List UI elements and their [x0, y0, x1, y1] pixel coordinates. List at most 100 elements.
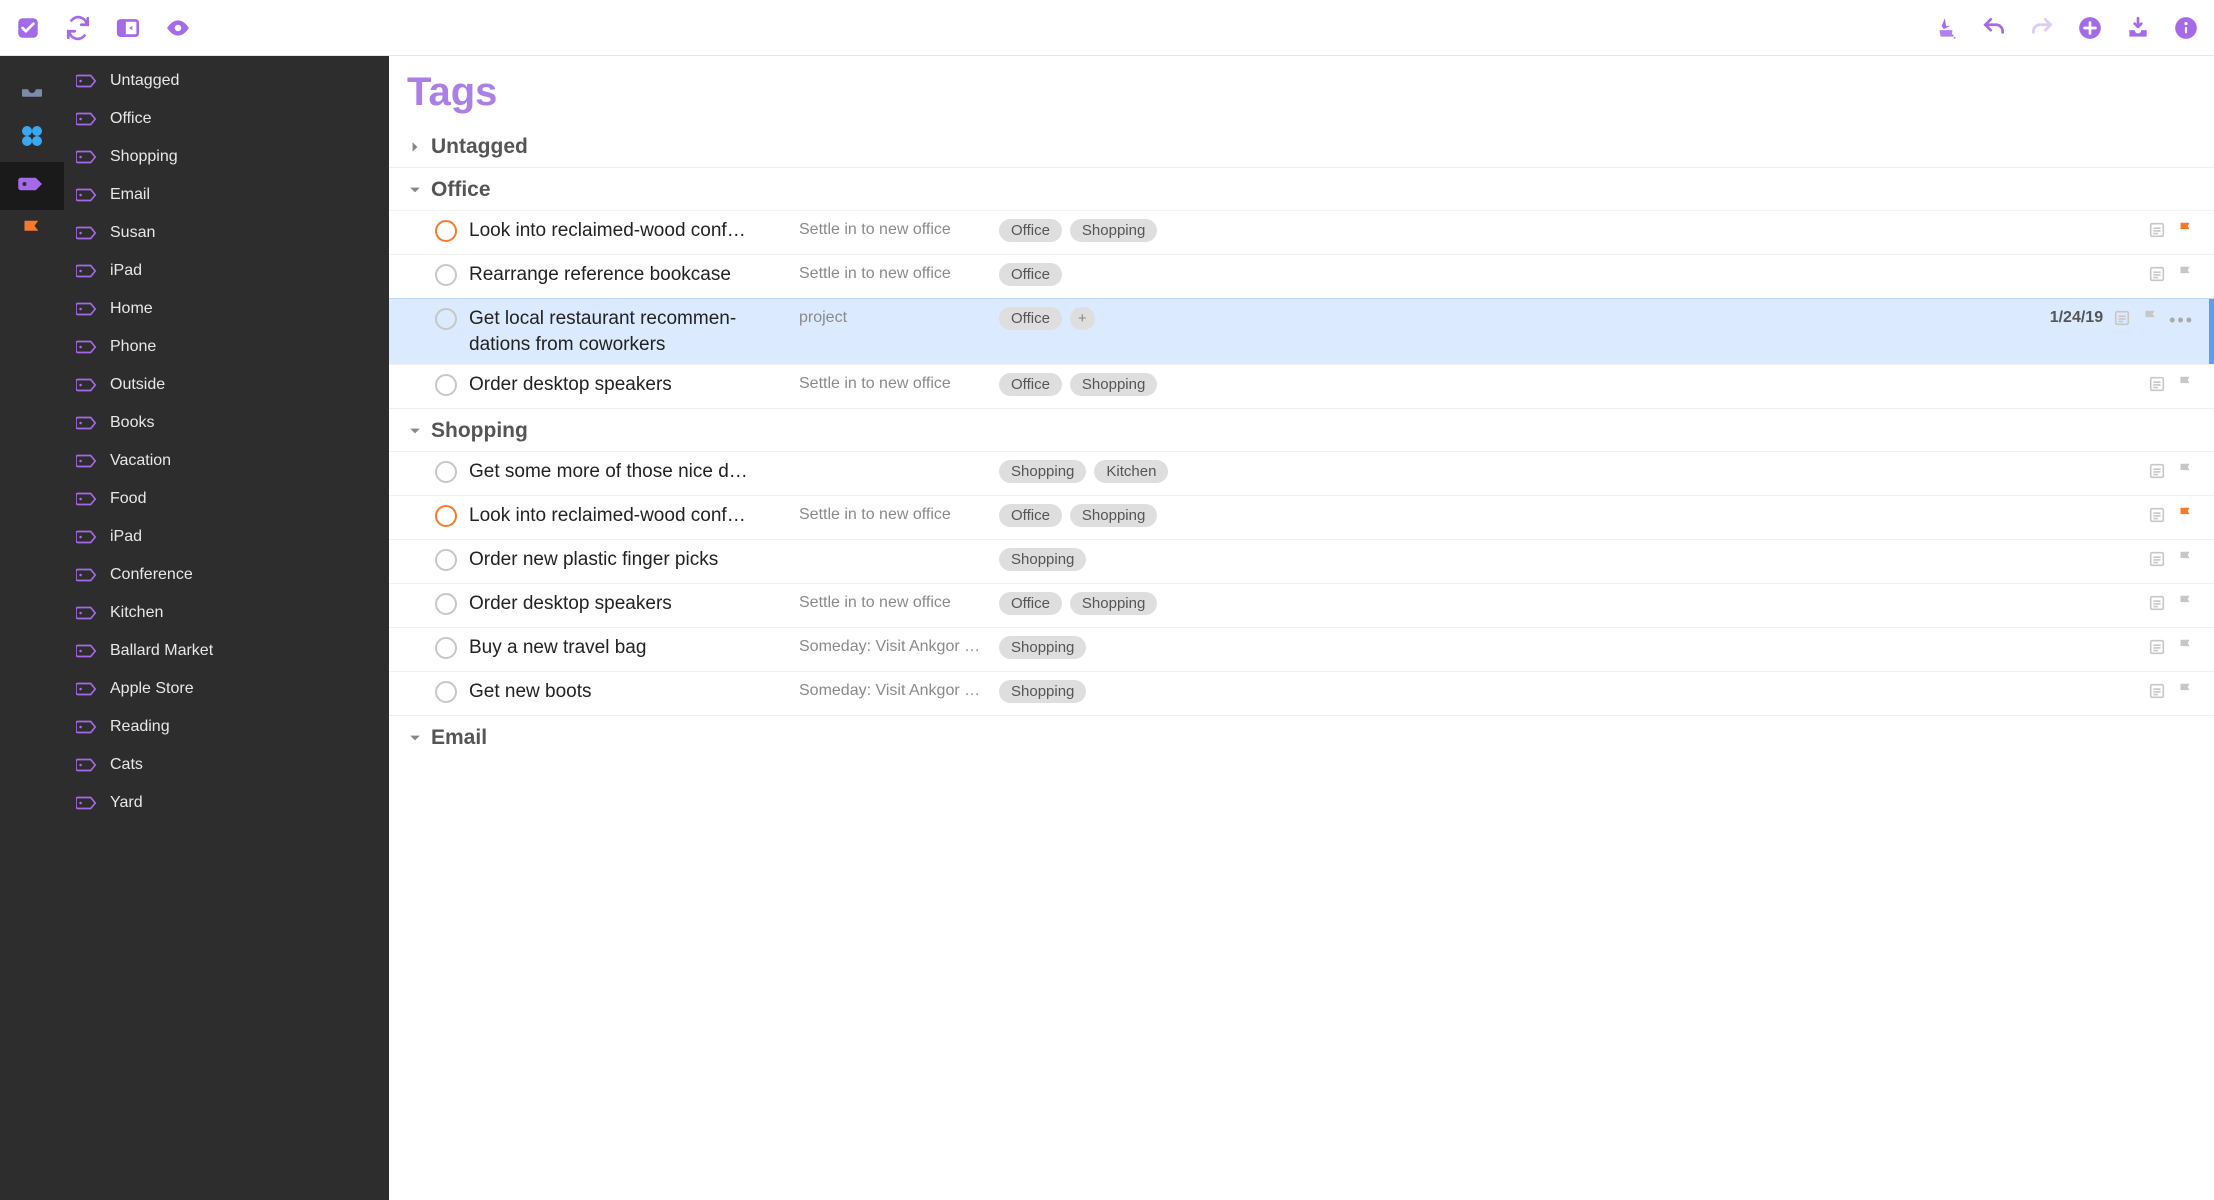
flag-icon[interactable] — [2176, 638, 2194, 660]
sidebar-item[interactable]: Reading — [64, 708, 389, 746]
task-row[interactable]: Order new plastic finger picks Shopping — [389, 539, 2214, 583]
flag-icon[interactable] — [2176, 506, 2194, 528]
tags-perspective[interactable] — [0, 162, 64, 210]
sidebar-item[interactable]: Cats — [64, 746, 389, 784]
flag-icon[interactable] — [2141, 309, 2159, 331]
flag-icon[interactable] — [2176, 594, 2194, 616]
add-tag-chip[interactable]: + — [1070, 307, 1095, 330]
note-icon[interactable] — [2148, 682, 2166, 704]
note-icon[interactable] — [2148, 638, 2166, 660]
sidebar-item[interactable]: Vacation — [64, 442, 389, 480]
tag-icon — [76, 149, 98, 165]
more-icon[interactable]: ••• — [2169, 310, 2194, 331]
flagged-perspective[interactable] — [0, 210, 64, 258]
note-icon[interactable] — [2148, 221, 2166, 243]
sidebar-item[interactable]: Shopping — [64, 138, 389, 176]
tag-chip[interactable]: Shopping — [999, 680, 1086, 703]
task-status-circle[interactable] — [435, 264, 457, 286]
projects-perspective[interactable] — [0, 114, 64, 162]
check-icon[interactable] — [14, 14, 42, 42]
sidebar-item[interactable]: Yard — [64, 784, 389, 822]
sidebar-toggle-icon[interactable] — [114, 14, 142, 42]
inbox-perspective[interactable] — [0, 66, 64, 114]
tag-chip[interactable]: Office — [999, 307, 1062, 330]
task-row[interactable]: Order desktop speakers Settle in to new … — [389, 364, 2214, 408]
task-status-circle[interactable] — [435, 681, 457, 703]
undo-icon[interactable] — [1980, 14, 2008, 42]
sidebar-item[interactable]: Outside — [64, 366, 389, 404]
inbox-add-icon[interactable] — [2124, 14, 2152, 42]
flag-icon[interactable] — [2176, 265, 2194, 287]
note-icon[interactable] — [2148, 594, 2166, 616]
cleanup-icon[interactable] — [1932, 14, 1960, 42]
tag-chip[interactable]: Shopping — [1070, 592, 1157, 615]
note-icon[interactable] — [2148, 265, 2166, 287]
tag-chip[interactable]: Shopping — [1070, 373, 1157, 396]
tag-chip[interactable]: Office — [999, 592, 1062, 615]
flag-icon[interactable] — [2176, 375, 2194, 397]
task-status-circle[interactable] — [435, 461, 457, 483]
section-header[interactable]: Untagged — [389, 125, 2214, 167]
add-icon[interactable] — [2076, 14, 2104, 42]
tag-chip[interactable]: Office — [999, 263, 1062, 286]
flag-icon[interactable] — [2176, 682, 2194, 704]
task-row[interactable]: Get new boots Someday: Visit Ankgor … Sh… — [389, 671, 2214, 715]
eye-icon[interactable] — [164, 14, 192, 42]
sidebar-item[interactable]: Kitchen — [64, 594, 389, 632]
task-status-circle[interactable] — [435, 549, 457, 571]
task-row[interactable]: Get some more of those nice d… ShoppingK… — [389, 451, 2214, 495]
note-icon[interactable] — [2148, 375, 2166, 397]
tag-chip[interactable]: Shopping — [1070, 219, 1157, 242]
sidebar-item-label: Books — [110, 414, 154, 432]
tag-chip[interactable]: Kitchen — [1094, 460, 1168, 483]
task-row[interactable]: Order desktop speakers Settle in to new … — [389, 583, 2214, 627]
task-project — [799, 459, 999, 462]
note-icon[interactable] — [2113, 309, 2131, 331]
sidebar-item[interactable]: Susan — [64, 214, 389, 252]
flag-icon[interactable] — [2176, 550, 2194, 572]
tag-chip[interactable]: Shopping — [999, 460, 1086, 483]
task-status-circle[interactable] — [435, 220, 457, 242]
task-status-circle[interactable] — [435, 374, 457, 396]
sidebar-item[interactable]: iPad — [64, 518, 389, 556]
section-header[interactable]: Office — [389, 167, 2214, 210]
tag-chip[interactable]: Office — [999, 219, 1062, 242]
note-icon[interactable] — [2148, 506, 2166, 528]
task-title: Order desktop speakers — [469, 372, 799, 398]
sidebar-item[interactable]: Home — [64, 290, 389, 328]
sidebar-item[interactable]: iPad — [64, 252, 389, 290]
section-header[interactable]: Shopping — [389, 408, 2214, 451]
section-header[interactable]: Email — [389, 715, 2214, 758]
task-tags: Office Shopping — [999, 591, 2148, 615]
sync-icon[interactable] — [64, 14, 92, 42]
sidebar-item[interactable]: Food — [64, 480, 389, 518]
task-row[interactable]: Get local restaurant recommen­dations fr… — [389, 298, 2214, 364]
task-status-circle[interactable] — [435, 637, 457, 659]
task-status-circle[interactable] — [435, 593, 457, 615]
task-status-circle[interactable] — [435, 308, 457, 330]
sidebar-item[interactable]: Conference — [64, 556, 389, 594]
sidebar-item[interactable]: Books — [64, 404, 389, 442]
tag-chip[interactable]: Office — [999, 373, 1062, 396]
note-icon[interactable] — [2148, 550, 2166, 572]
sidebar-item[interactable]: Email — [64, 176, 389, 214]
sidebar-item[interactable]: Apple Store — [64, 670, 389, 708]
note-icon[interactable] — [2148, 462, 2166, 484]
sidebar-item[interactable]: Phone — [64, 328, 389, 366]
tag-chip[interactable]: Shopping — [999, 636, 1086, 659]
tag-chip[interactable]: Shopping — [999, 548, 1086, 571]
task-row[interactable]: Look into reclaimed-wood conf… Settle in… — [389, 210, 2214, 254]
tag-chip[interactable]: Shopping — [1070, 504, 1157, 527]
info-icon[interactable] — [2172, 14, 2200, 42]
sidebar-item[interactable]: Office — [64, 100, 389, 138]
redo-icon[interactable] — [2028, 14, 2056, 42]
sidebar-item[interactable]: Ballard Market — [64, 632, 389, 670]
flag-icon[interactable] — [2176, 462, 2194, 484]
task-status-circle[interactable] — [435, 505, 457, 527]
task-row[interactable]: Rearrange reference bookcase Settle in t… — [389, 254, 2214, 298]
task-row[interactable]: Look into reclaimed-wood conf… Settle in… — [389, 495, 2214, 539]
flag-icon[interactable] — [2176, 221, 2194, 243]
task-row[interactable]: Buy a new travel bag Someday: Visit Ankg… — [389, 627, 2214, 671]
sidebar-item[interactable]: Untagged — [64, 62, 389, 100]
tag-chip[interactable]: Office — [999, 504, 1062, 527]
